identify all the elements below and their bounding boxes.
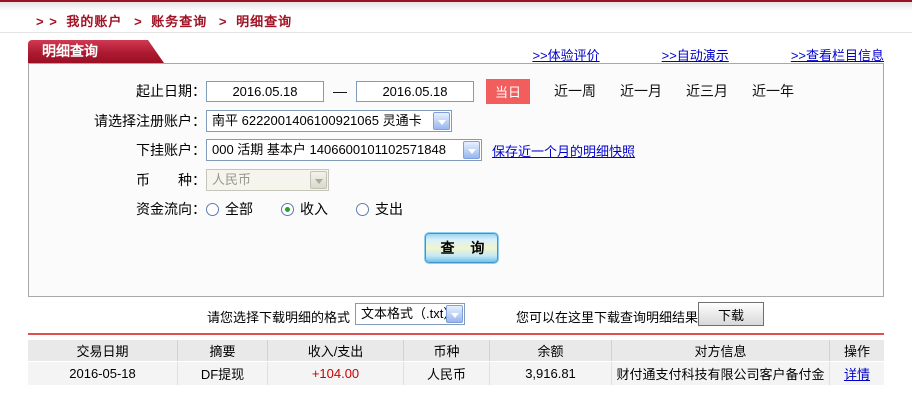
sub-account-value: 000 活期 基本户 1406600101102571848 [212,142,446,157]
cell-summary: DF提现 [177,362,267,385]
table-header-row: 交易日期 摘要 收入/支出 币种 余额 对方信息 操作 [28,340,884,361]
radio-icon [356,202,369,216]
date-to-input[interactable] [356,80,474,102]
breadcrumb-item-detail-query: 明细查询 [236,14,293,29]
breadcrumb-arrows: > > [36,14,58,29]
experience-rating-link[interactable]: >>体验评价 [532,45,599,64]
col-header-amount: 收入/支出 [267,340,403,361]
download-format-select[interactable]: 文本格式（.txt） [355,303,465,325]
flow-radio-income[interactable]: 收入 [281,199,328,219]
currency-row: 币 种： 人民币 [29,168,883,192]
query-button[interactable]: 查 询 [424,232,499,264]
fund-flow-row: 资金流向： 全部 收入 支出 [29,197,883,221]
download-hint: 您可以在这里下载查询明细结果 [516,310,699,325]
detail-link[interactable]: 详情 [844,367,870,382]
date-range-row: 起止日期： — 当日 近一周 近一月 近三月 近一年 [29,78,883,104]
transactions-table: 交易日期 摘要 收入/支出 币种 余额 对方信息 操作 2016-05-18 D… [28,339,884,386]
breadcrumb-separator: > [218,14,228,29]
download-format-value: 文本格式（.txt） [361,306,457,321]
registered-account-label: 请选择注册账户： [94,113,206,129]
flow-radio-expense[interactable]: 支出 [356,199,403,219]
section-title-tab: 明细查询 [28,40,164,63]
col-header-balance: 余额 [489,340,611,361]
currency-select-disabled: 人民币 [206,169,329,191]
date-from-input[interactable] [206,80,324,102]
dropdown-arrow-icon [310,171,327,189]
flow-radio-all[interactable]: 全部 [206,199,253,219]
col-header-summary: 摘要 [177,340,267,361]
breadcrumb-item-my-account[interactable]: 我的账户 [66,14,122,29]
quick-range-quarter[interactable]: 近三月 [686,81,728,101]
quick-range-year[interactable]: 近一年 [752,81,794,101]
col-header-action: 操作 [829,340,884,361]
table-row: 2016-05-18 DF提现 +104.00 人民币 3,916.81 财付通… [28,362,884,385]
dropdown-arrow-icon [463,141,480,159]
cell-action: 详情 [829,362,884,385]
registered-account-select[interactable]: 南平 6222001406100921065 灵通卡 [206,110,452,132]
currency-value: 人民币 [212,172,252,187]
auto-demo-link[interactable]: >>自动演示 [662,45,729,64]
dropdown-arrow-icon [433,112,450,130]
col-header-date: 交易日期 [28,340,177,361]
detail-query-page: > > 我的账户 > 账务查询 > 明细查询 明细查询 >>体验评价 >>自动演… [0,0,912,410]
cell-balance: 3,916.81 [489,362,611,385]
col-header-counterparty: 对方信息 [611,340,829,361]
flow-radio-all-label: 全部 [225,201,253,217]
today-badge[interactable]: 当日 [486,78,531,104]
table-top-divider [28,333,884,335]
registered-account-row: 请选择注册账户： 南平 6222001406100921065 灵通卡 [29,109,883,133]
breadcrumb-separator: > [134,14,143,29]
download-format-label: 请您选择下载明细的格式 [206,310,350,325]
sub-account-row: 下挂账户： 000 活期 基本户 1406600101102571848 保存近… [29,138,883,162]
fund-flow-options: 全部 收入 支出 [206,199,431,219]
quick-range-week[interactable]: 近一周 [554,81,596,101]
sub-account-select[interactable]: 000 活期 基本户 1406600101102571848 [206,139,482,161]
cell-amount: +104.00 [267,362,403,385]
radio-icon [206,202,219,216]
date-dash: — [333,83,347,99]
cell-currency: 人民币 [403,362,489,385]
dropdown-arrow-icon [446,305,463,323]
breadcrumb-divider [0,32,912,33]
quick-range-month[interactable]: 近一月 [620,81,662,101]
fund-flow-label: 资金流向： [136,201,206,217]
top-shadow [0,2,912,11]
cell-date: 2016-05-18 [28,362,177,385]
download-button[interactable]: 下载 [698,302,764,326]
currency-label: 币 种： [136,172,206,188]
flow-radio-expense-label: 支出 [375,201,403,217]
header-links: >>体验评价 >>自动演示 >>查看栏目信息 [532,45,884,64]
breadcrumb-item-account-query[interactable]: 账务查询 [151,14,207,29]
query-form-panel: 起止日期： — 当日 近一周 近一月 近三月 近一年 请选择注册账户： 南平 6… [28,63,884,297]
flow-radio-income-label: 收入 [300,201,328,217]
radio-icon [281,202,294,216]
col-header-currency: 币种 [403,340,489,361]
breadcrumb: > > 我的账户 > 账务查询 > 明细查询 [36,11,296,30]
date-range-label: 起止日期： [136,83,206,99]
cell-counterparty: 财付通支付科技有限公司客户备付金 [611,362,829,385]
sub-account-label: 下挂账户： [136,142,206,158]
column-info-link[interactable]: >>查看栏目信息 [791,45,884,64]
registered-account-value: 南平 6222001406100921065 灵通卡 [212,113,422,128]
save-snapshot-link[interactable]: 保存近一个月的明细快照 [492,141,635,160]
